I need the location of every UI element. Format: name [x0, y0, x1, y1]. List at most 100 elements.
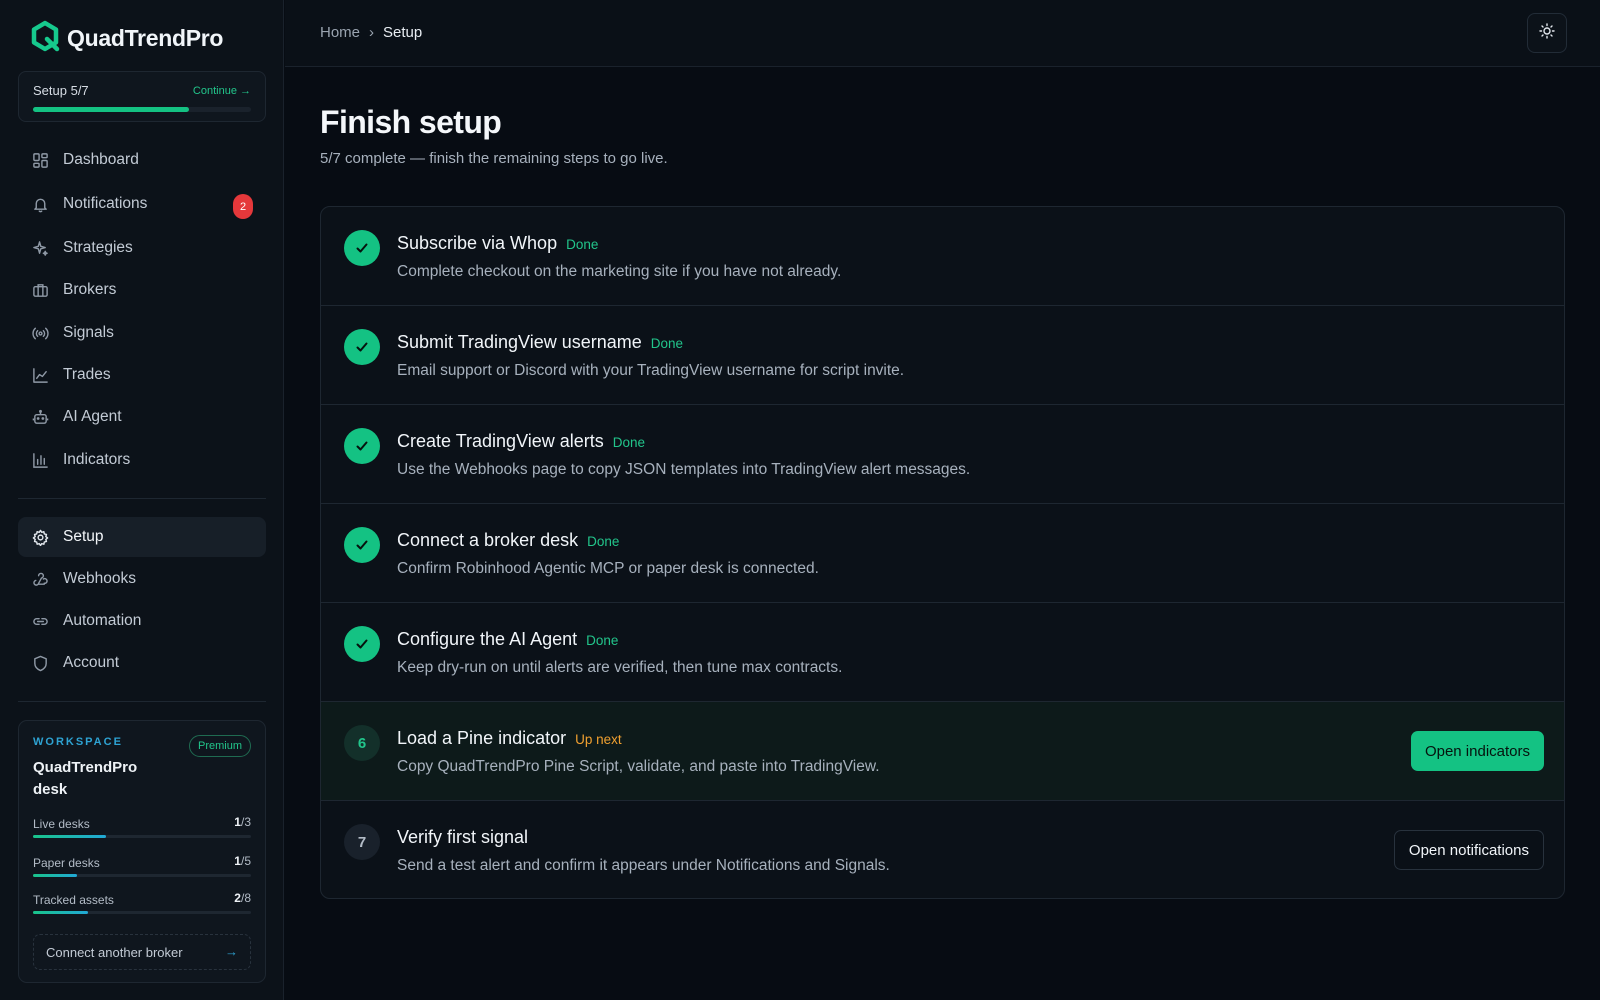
sidebar-item-label: Automation: [63, 612, 142, 629]
stat-bar-fill: [33, 835, 106, 838]
bar-chart-icon: [31, 451, 49, 469]
notification-count-badge: 2: [233, 194, 253, 219]
page-subtitle: 5/7 complete — finish the remaining step…: [320, 150, 668, 167]
stat-bar: [33, 911, 251, 914]
workspace-name: QuadTrendPro desk: [33, 759, 138, 798]
sidebar-item-trades[interactable]: Trades: [18, 355, 266, 395]
continue-link[interactable]: Continue →: [193, 85, 251, 97]
link-icon: [31, 612, 49, 630]
open-notifications-button[interactable]: Open notifications: [1393, 830, 1544, 870]
shield-icon: [31, 654, 49, 672]
stat-live-desks: Live desks 1/3: [33, 815, 251, 838]
connect-broker-label: Connect another broker: [46, 944, 183, 960]
logo-text: QuadTrendPro: [67, 25, 224, 51]
step-description: Send a test alert and confirm it appears…: [397, 857, 890, 874]
check-icon: [344, 428, 380, 464]
step-title: Configure the AI Agent: [397, 629, 578, 649]
stat-paper-desks: Paper desks 1/5: [33, 854, 251, 877]
step-title: Connect a broker desk: [397, 530, 579, 550]
sun-icon: [1539, 22, 1555, 44]
sparkle-icon: [31, 239, 49, 257]
logo[interactable]: QuadTrendPro: [29, 20, 223, 57]
logo-icon: [29, 20, 61, 57]
briefcase-icon: [31, 281, 49, 299]
page-title: Finish setup: [320, 104, 502, 140]
check-icon: [344, 230, 380, 266]
workspace-card: WORKSPACE Premium QuadTrendPro desk Live…: [18, 720, 266, 983]
setup-step: Connect a broker desk Done Confirm Robinh…: [321, 504, 1564, 603]
setup-step: Subscribe via Whop Done Complete checkout…: [321, 207, 1564, 306]
step-title: Create TradingView alerts: [397, 431, 604, 451]
plan-badge: Premium: [188, 735, 251, 757]
open-indicators-button[interactable]: Open indicators: [1410, 731, 1544, 771]
theme-toggle-button[interactable]: [1527, 13, 1567, 53]
setup-step: Submit TradingView username Done Email su…: [321, 306, 1564, 405]
stat-value: 1/5: [234, 854, 251, 868]
sidebar-item-dashboard[interactable]: Dashboard: [18, 140, 266, 180]
sidebar-item-label: Webhooks: [63, 570, 136, 587]
stat-bar-fill: [33, 911, 88, 914]
stat-tracked-assets: Tracked assets 2/8: [33, 891, 251, 914]
step-title: Verify first signal: [397, 827, 529, 847]
step-description: Use the Webhooks page to copy JSON templ…: [397, 461, 971, 478]
sidebar-item-notifications[interactable]: Notifications 2: [18, 184, 266, 224]
connect-broker-button[interactable]: Connect another broker →: [33, 934, 251, 970]
step-title: Submit TradingView username: [397, 332, 642, 352]
sidebar-item-automation[interactable]: Automation: [18, 601, 266, 641]
setup-step: Configure the AI Agent Done Keep dry-run …: [321, 603, 1564, 702]
sidebar-item-label: Notifications: [63, 195, 148, 212]
sidebar-item-label: Brokers: [63, 281, 117, 298]
gear-icon: [31, 528, 49, 546]
sidebar: QuadTrendPro Setup 5/7 Continue → Dashbo…: [0, 0, 284, 1000]
sidebar-item-indicators[interactable]: Indicators: [18, 440, 266, 480]
stat-label: Paper desks: [33, 856, 100, 870]
sidebar-item-account[interactable]: Account: [18, 643, 266, 683]
setup-step: 7 Verify first signal Send a test alert …: [321, 801, 1564, 898]
setup-progress-fill: [33, 107, 189, 112]
sidebar-item-strategies[interactable]: Strategies: [18, 228, 266, 268]
sidebar-item-label: Strategies: [63, 239, 133, 256]
webhook-icon: [31, 570, 49, 588]
arrow-right-icon: →: [225, 944, 238, 959]
setup-progress-label: Setup 5/7: [33, 83, 89, 98]
workspace-label: WORKSPACE: [33, 736, 123, 748]
step-status: Done: [650, 336, 684, 351]
step-description: Email support or Discord with your Tradi…: [397, 362, 905, 379]
setup-step: Create TradingView alerts Done Use the We…: [321, 405, 1564, 504]
breadcrumb-home[interactable]: Home: [320, 24, 360, 41]
step-description: Complete checkout on the marketing site …: [397, 263, 842, 280]
step-number: 6: [344, 725, 380, 761]
sidebar-item-ai-agent[interactable]: AI Agent: [18, 397, 266, 437]
sidebar-item-label: Account: [63, 654, 120, 671]
setup-progress-bar: [33, 107, 251, 112]
stat-value: 2/8: [234, 891, 251, 905]
step-description: Keep dry-run on until alerts are verifie…: [397, 659, 843, 676]
sidebar-item-label: Signals: [63, 324, 114, 341]
sidebar-divider: [18, 498, 266, 499]
stat-bar-fill: [33, 874, 77, 877]
sidebar-item-setup[interactable]: Setup: [18, 517, 266, 557]
setup-steps-list: Subscribe via Whop Done Complete checkout…: [320, 206, 1565, 899]
bell-icon: [31, 195, 49, 213]
step-description: Copy QuadTrendPro Pine Script, validate,…: [397, 758, 880, 775]
step-status: Done: [586, 633, 619, 648]
sidebar-item-webhooks[interactable]: Webhooks: [18, 559, 266, 599]
check-icon: [344, 329, 380, 365]
breadcrumb-current: Setup: [383, 24, 423, 41]
breadcrumb: Home › Setup: [320, 24, 422, 41]
sidebar-item-signals[interactable]: Signals: [18, 313, 266, 353]
sidebar-item-label: Indicators: [63, 451, 131, 468]
step-status: Up next: [575, 732, 622, 747]
breadcrumb-separator: ›: [369, 24, 375, 41]
sidebar-item-brokers[interactable]: Brokers: [18, 270, 266, 310]
broadcast-icon: [31, 324, 49, 342]
step-status: Done: [566, 237, 599, 252]
check-icon: [344, 626, 380, 662]
stat-label: Live desks: [33, 817, 90, 831]
sidebar-item-label: AI Agent: [63, 408, 122, 425]
stat-bar: [33, 835, 251, 838]
step-status: Done: [612, 435, 646, 450]
setup-progress-card[interactable]: Setup 5/7 Continue →: [18, 71, 266, 122]
step-description: Confirm Robinhood Agentic MCP or paper d…: [397, 560, 819, 577]
dashboard-icon: [31, 151, 49, 169]
